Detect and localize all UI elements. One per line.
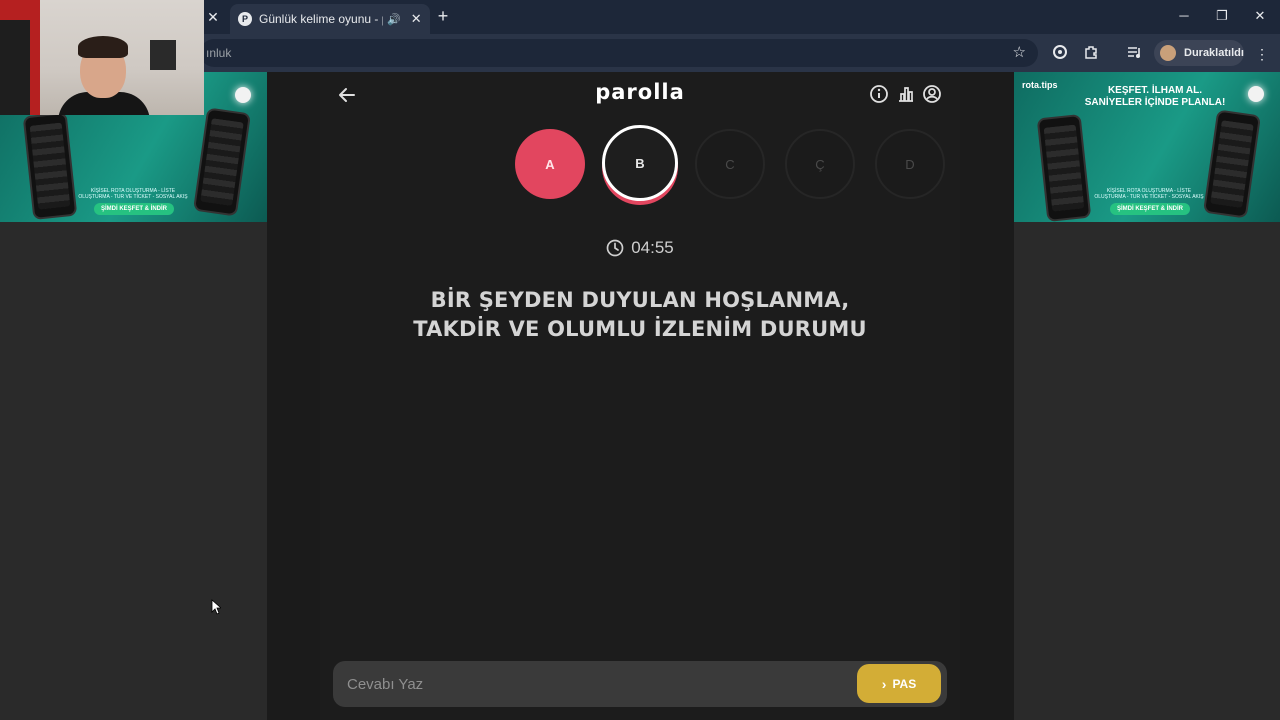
letter-circle-a: A [515,129,585,199]
speaker-icon[interactable]: 🔊 [387,13,401,26]
mouse-cursor-icon [211,599,221,615]
webcam-overlay [0,0,204,115]
web-page: KİŞİSEL ROTA OLUŞTURMA - LİSTE OLUŞTURMA… [0,0,1280,720]
media-controls-icon[interactable] [1124,44,1144,64]
pass-button[interactable]: › PAS [857,664,941,703]
profile-name: Duraklatıldı [1184,47,1244,59]
letter-circle-b: B [602,125,678,201]
info-icon[interactable] [869,84,889,104]
ad-tagline: KİŞİSEL ROTA OLUŞTURMA - LİSTE OLUŞTURMA… [78,188,188,200]
back-arrow-icon[interactable] [336,84,358,106]
extensions-icon[interactable] [1081,44,1101,64]
right-ad-banner[interactable]: rota.tips KEŞFET. İLHAM AL. SANİYELER İÇ… [1014,72,1280,222]
pass-label: PAS [892,676,917,691]
lens-icon[interactable] [1050,44,1070,64]
tab-title: Günlük kelime oyunu - parc [259,12,383,26]
question-line-2: TAKDİR VE OLUMLU İZLENİM DURUMU [413,317,867,341]
question-line-1: BİR ŞEYDEN DUYULAN HOŞLANMA, [430,288,850,312]
minimize-icon[interactable]: ─ [1174,8,1194,23]
tab-close-icon[interactable]: ✕ [411,11,422,27]
ad-headline-1: KEŞFET. İLHAM AL. [1107,85,1203,96]
question-text: BİR ŞEYDEN DUYULAN HOŞLANMA, TAKDİR VE O… [330,286,950,344]
window-close-icon[interactable]: ✕ [1250,8,1270,24]
browser-tab[interactable]: P Günlük kelime oyunu - parc 🔊 ✕ [230,4,430,34]
profile-icon[interactable] [922,84,942,104]
address-bar[interactable]: ınluk ☆ [200,39,1038,67]
ad-dot-icon [235,87,251,103]
ad-tagline: KİŞİSEL ROTA OLUŞTURMA - LİSTE OLUŞTURMA… [1094,188,1204,200]
ad-headline-2: SANİYELER İÇİNDE PLANLA! [1084,97,1226,108]
new-tab-button[interactable]: + [434,7,452,25]
game-logo: parolla [595,80,685,104]
ad-dot-icon [1248,86,1264,102]
restore-icon[interactable]: ❐ [1212,8,1232,24]
letter-circle-c-cedilla: Ç [785,129,855,199]
avatar [1160,45,1176,61]
stats-icon[interactable] [896,84,916,104]
letter-circle-c: C [695,129,765,199]
profile-button[interactable]: Duraklatıldı [1154,40,1244,66]
ad-cta-button[interactable]: ŞİMDİ KEŞFET & İNDİR [1110,203,1191,215]
ad-brand: rota.tips [1022,80,1058,90]
menu-dots-icon[interactable]: ⋮ [1252,44,1272,64]
letter-circle-d: D [875,129,945,199]
favicon-icon: P [238,12,252,26]
answer-input[interactable] [333,661,853,707]
ad-cta-button[interactable]: ŞİMDİ KEŞFET & İNDİR [94,203,175,215]
phone-image [1202,109,1262,219]
phone-image [1036,113,1092,222]
phone-image [192,107,252,217]
chevron-right-icon: › [881,675,887,692]
address-text: ınluk [206,46,232,60]
phone-image [22,111,78,221]
close-icon[interactable]: ✕ [204,8,222,26]
bookmark-star-icon[interactable]: ☆ [1013,43,1026,61]
answer-bar: › PAS [333,661,947,707]
